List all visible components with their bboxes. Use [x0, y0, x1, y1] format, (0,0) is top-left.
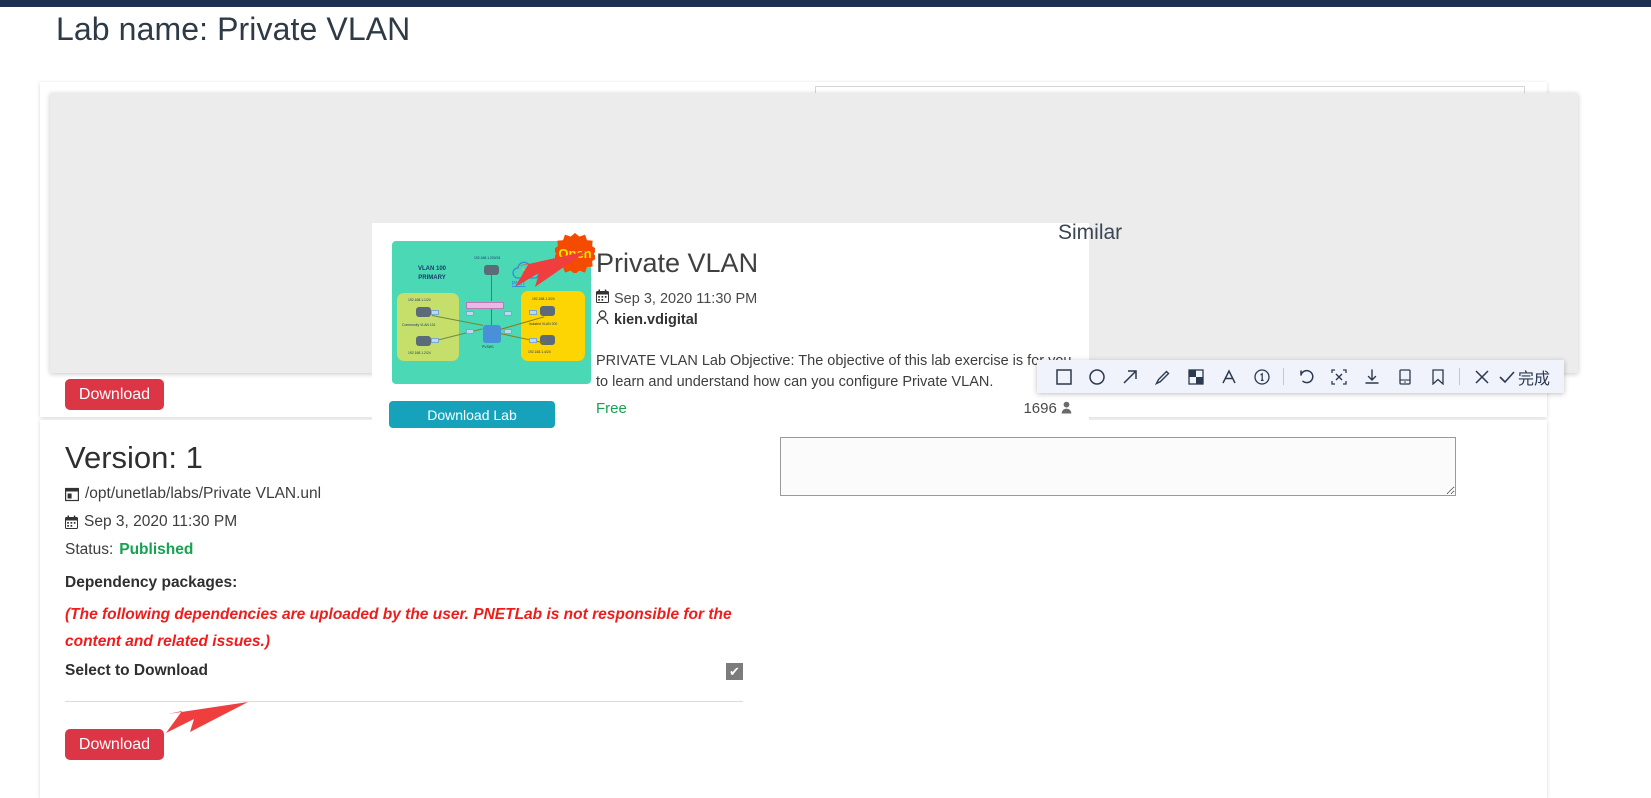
lab-download-count: 1696	[962, 400, 1072, 417]
mosaic-tool-icon[interactable]	[1179, 360, 1212, 393]
screenshot-selection-overlay[interactable]: 192.168.1.200/24 PNET VLAN 100 PRIMARY	[50, 93, 1578, 466]
version-date-row: Sep 3, 2020 11:30 PM	[65, 513, 237, 531]
done-label: 完成	[1518, 370, 1551, 388]
version-file-path-row: /opt/unetlab/labs/Private VLAN.unl	[65, 485, 321, 503]
ocr-extract-text-icon[interactable]	[1322, 360, 1355, 393]
toolbar-separator	[1283, 368, 1284, 385]
select-to-download-label: Select to Download	[65, 662, 208, 679]
confirm-check-icon	[1498, 369, 1516, 385]
lab-date: Sep 3, 2020 11:30 PM	[614, 291, 758, 307]
confirm-done-button[interactable]: 完成	[1498, 365, 1554, 389]
lab-card[interactable]: 192.168.1.200/24 PNET VLAN 100 PRIMARY	[372, 223, 1089, 466]
lab-description: PRIVATE VLAN Lab Objective: The objectiv…	[596, 353, 1072, 390]
thumb-right-ip-bottom: 192.168.1.4/24	[528, 350, 551, 354]
download-icon[interactable]	[1355, 360, 1388, 393]
annotation-arrow-bottom	[160, 700, 250, 748]
lab-author-row: kien.vdigital	[596, 310, 1076, 331]
undo-icon[interactable]	[1289, 360, 1322, 393]
thumb-left-ip-bottom: 192.168.1.2/24	[408, 351, 431, 355]
screen-root: Lab name: Private VLAN 192.168.1.200/24	[0, 0, 1651, 798]
version-heading: Version: 1	[65, 440, 203, 475]
thumb-left-label: Community VLAN 101	[402, 323, 436, 327]
similar-section-title: Similar	[1058, 221, 1123, 244]
status-badge: Published	[119, 541, 194, 558]
user-count-icon	[1061, 400, 1072, 417]
arrow-tool-icon[interactable]	[1113, 360, 1146, 393]
annotation-arrow-top	[505, 247, 590, 307]
send-to-phone-icon[interactable]	[1388, 360, 1421, 393]
file-icon	[65, 487, 79, 502]
toolbar-separator-2	[1459, 368, 1460, 385]
version-file-path: /opt/unetlab/labs/Private VLAN.unl	[85, 485, 322, 502]
thumb-left-ip-top: 192.168.1.1/24	[408, 298, 431, 302]
switch-label: PVSW1	[482, 345, 494, 349]
thumb-right-label: Isolated VLAN 200	[529, 322, 558, 326]
screenshot-capture-toolbar[interactable]: 完成	[1037, 360, 1565, 393]
page-title: Lab name: Private VLAN	[56, 11, 411, 47]
select-to-download-row[interactable]: Select to Download ✔	[65, 662, 743, 702]
rectangle-tool-icon[interactable]	[1047, 360, 1080, 393]
text-tool-icon[interactable]	[1212, 360, 1245, 393]
calendar-icon	[596, 289, 609, 304]
router-left-top-icon	[416, 307, 431, 317]
router-top-icon	[484, 265, 499, 275]
serial-number-tool-icon[interactable]	[1245, 360, 1278, 393]
user-icon	[596, 310, 609, 325]
version-date: Sep 3, 2020 11:30 PM	[84, 513, 238, 530]
router-right-bottom-icon	[540, 335, 555, 345]
pencil-tool-icon[interactable]	[1146, 360, 1179, 393]
download-lab-button[interactable]: Download Lab	[389, 401, 555, 428]
dependency-disclaimer: (The following dependencies are uploaded…	[65, 606, 732, 650]
select-to-download-checkbox[interactable]: ✔	[726, 662, 743, 680]
lab-meta: Sep 3, 2020 11:30 PM kien.vdigital	[596, 289, 1076, 331]
trunk-link	[466, 302, 504, 309]
status-label: Status:	[65, 541, 114, 558]
top-navbar	[0, 0, 1651, 7]
ellipse-tool-icon[interactable]	[1080, 360, 1113, 393]
close-icon[interactable]	[1465, 360, 1498, 393]
thumb-top-ip: 192.168.1.200/24	[474, 256, 501, 260]
calendar-icon	[65, 515, 78, 530]
switch-icon	[483, 325, 501, 343]
lab-title: Private VLAN	[596, 248, 759, 278]
lab-price: Free	[596, 400, 627, 417]
download-button-bottom[interactable]: Download	[65, 729, 164, 760]
vlan-primary-label: VLAN 100 PRIMARY	[418, 266, 447, 281]
version-status-row: Status: Published	[65, 541, 193, 559]
download-button-top[interactable]: Download	[65, 379, 164, 410]
dependency-packages-title: Dependency packages:	[65, 574, 238, 591]
lab-author: kien.vdigital	[614, 312, 698, 328]
pin-screenshot-icon[interactable]	[1421, 360, 1454, 393]
lab-date-row: Sep 3, 2020 11:30 PM	[596, 289, 1076, 310]
note-textarea[interactable]	[780, 437, 1456, 496]
router-right-top-icon	[540, 306, 555, 316]
router-left-bottom-icon	[416, 336, 431, 346]
